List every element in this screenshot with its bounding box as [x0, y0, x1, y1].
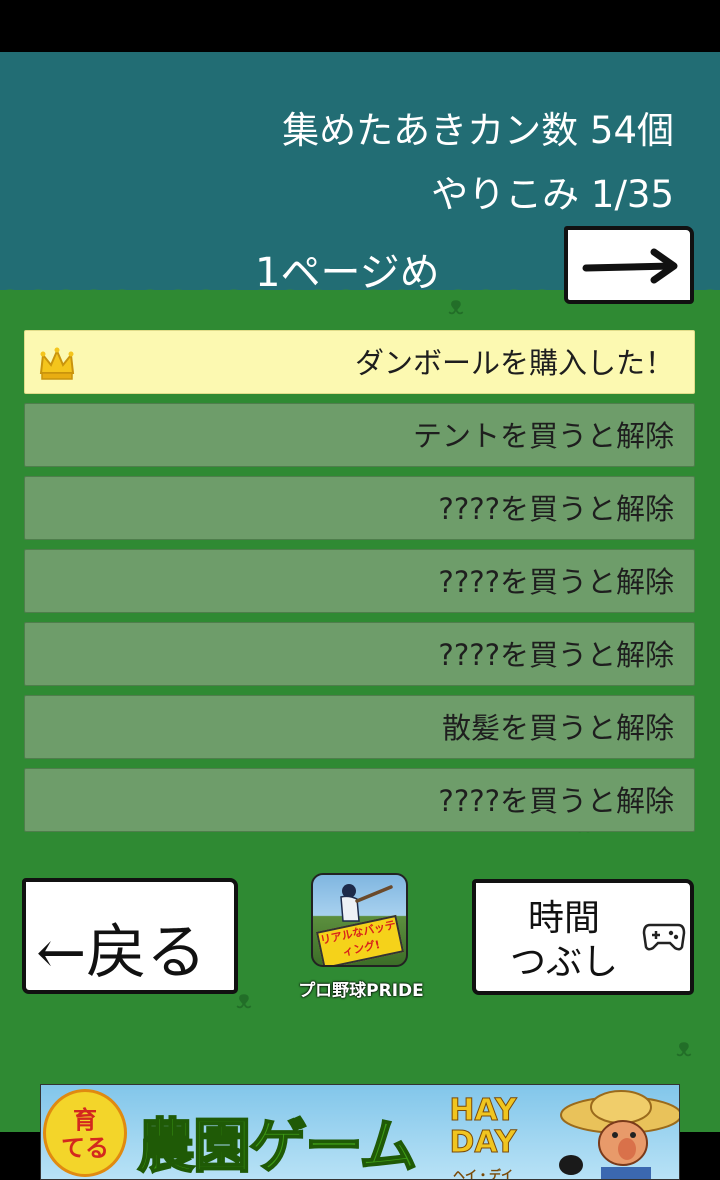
ad-banner[interactable]: 育 てる 農園ゲーム HAY DAY ヘイ・デイ — [40, 1084, 680, 1180]
back-button[interactable]: ←戻る — [22, 878, 238, 994]
ad-badge-line2: てる — [61, 1134, 109, 1162]
ad-logo: HAY DAY ヘイ・デイ — [429, 1093, 537, 1179]
completion-progress: やりこみ 1/35 — [431, 173, 674, 216]
achievement-label: 散髪を買うと解除 — [441, 711, 674, 745]
crown-icon — [39, 347, 75, 380]
ad-logo-text: HAY DAY — [449, 1093, 517, 1160]
ad-logo-subtext: ヘイ・デイ — [452, 1168, 513, 1180]
back-button-label: ←戻る — [36, 918, 207, 988]
promo-app-icon[interactable]: リアルなバッティング! — [311, 873, 408, 967]
farmer-mascot-icon — [559, 1090, 679, 1179]
next-page-button[interactable] — [564, 226, 694, 304]
ad-badge: 育 てる — [43, 1089, 127, 1177]
ad-title: 農園ゲーム — [136, 1111, 418, 1180]
promo-app-label[interactable]: プロ野球PRIDE — [286, 976, 436, 1001]
grass-tuft: ᴥ — [236, 985, 252, 1015]
achievement-label: ????を買うと解除 — [438, 565, 674, 599]
gamepad-icon — [642, 923, 686, 951]
achievement-label: ????を買うと解除 — [438, 638, 674, 672]
achievement-row: ダンボールを購入した！ — [24, 330, 695, 394]
kill-time-label-line2: つぶし — [509, 942, 618, 983]
kill-time-label: 時間 つぶし — [504, 897, 624, 985]
achievement-label: テントを買うと解除 — [412, 419, 674, 453]
cans-collected-count: 集めたあきカン数 54個 — [282, 109, 674, 152]
achievement-label: ダンボールを購入した！ — [354, 346, 674, 380]
achievement-row: ????を買うと解除 — [24, 476, 695, 540]
achievement-row: ????を買うと解除 — [24, 622, 695, 686]
achievement-label: ????を買うと解除 — [438, 784, 674, 818]
grass-tuft: ᴥ — [448, 291, 464, 321]
achievement-row: ????を買うと解除 — [24, 549, 695, 613]
arrow-right-icon — [582, 248, 678, 284]
kill-time-label-line1: 時間 — [527, 898, 600, 939]
page-label: 1ページめ — [255, 250, 440, 296]
grass-tuft: ᴥ — [676, 1033, 692, 1063]
kill-time-button[interactable]: 時間 つぶし — [472, 879, 694, 995]
ad-badge-line1: 育 — [73, 1106, 97, 1134]
achievement-row: テントを買うと解除 — [24, 403, 695, 467]
achievement-row: ????を買うと解除 — [24, 768, 695, 832]
achievement-row: 散髪を買うと解除 — [24, 695, 695, 759]
achievement-label: ????を買うと解除 — [438, 492, 674, 526]
